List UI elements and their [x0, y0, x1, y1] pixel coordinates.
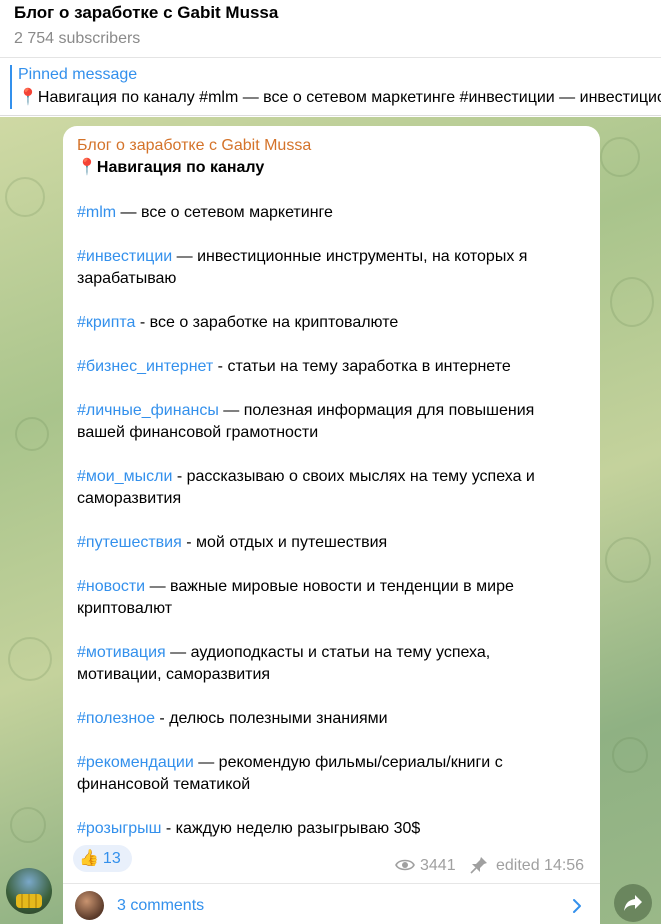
hashtag-link[interactable]: #крипта: [77, 314, 135, 331]
list-item: #путешествия - мой отдых и путешествия: [77, 532, 577, 554]
list-item: #бизнес_интернет - статьи на тему зарабо…: [77, 356, 577, 378]
list-item: #mlm — все о сетевом маркетинге: [77, 202, 577, 224]
item-description: — все о сетевом маркетинге: [116, 204, 333, 221]
reaction-count: 13: [102, 850, 121, 867]
pushpin-icon: 📍: [77, 159, 97, 176]
pinned-accent-bar: [10, 65, 12, 109]
item-description: - мой отдых и путешествия: [181, 534, 388, 551]
hashtag-link[interactable]: #инвестиции: [77, 248, 172, 265]
hashtag-link[interactable]: #мотивация: [77, 644, 166, 661]
doodle-shape: [10, 807, 46, 843]
pinned-title: Pinned message: [18, 66, 138, 83]
item-description: - каждую неделю разыгрываю 30$: [161, 820, 421, 837]
subscriber-count: 2 754 subscribers: [14, 30, 141, 47]
gold-bars-image: [16, 894, 42, 908]
list-item: #личные_финансы — полезная информация дл…: [77, 400, 577, 444]
item-description: - статьи на тему заработка в интернете: [213, 358, 511, 375]
chevron-right-icon[interactable]: [570, 897, 584, 915]
channel-title: Блог о заработке с Gabit Mussa: [14, 3, 279, 22]
message-heading: 📍Навигация по каналу: [77, 157, 264, 179]
doodle-shape: [8, 637, 52, 681]
hashtag-link[interactable]: #бизнес_интернет: [77, 358, 213, 375]
item-description: - все о заработке на криптовалюте: [135, 314, 399, 331]
message-heading-text: Навигация по каналу: [96, 159, 265, 176]
list-item: #мотивация — аудиоподкасты и статьи на т…: [77, 642, 577, 686]
reaction-button[interactable]: 👍 13: [73, 845, 132, 872]
list-item: #розыгрыш - каждую неделю разыгрываю 30$: [77, 818, 577, 840]
doodle-shape: [605, 537, 651, 583]
message-author[interactable]: Блог о заработке с Gabit Mussa: [77, 136, 311, 156]
hashtag-link[interactable]: #личные_финансы: [77, 402, 219, 419]
doodle-shape: [15, 417, 49, 451]
hashtag-link[interactable]: #рекомендации: [77, 754, 194, 771]
pin-icon: [470, 857, 487, 874]
hashtag-link[interactable]: #розыгрыш: [77, 820, 161, 837]
list-item: #рекомендации — рекомендую фильмы/сериал…: [77, 752, 577, 796]
channel-avatar[interactable]: [6, 868, 52, 914]
thumbs-up-icon: 👍: [79, 850, 99, 867]
view-count: 3441: [420, 857, 456, 874]
list-item: #инвестиции — инвестиционные инструменты…: [77, 246, 577, 290]
hashtag-link[interactable]: #mlm: [77, 204, 116, 221]
comments-divider: [63, 883, 600, 884]
comments-link[interactable]: 3 comments: [117, 896, 204, 916]
hashtag-link[interactable]: #новости: [77, 578, 145, 595]
message-bubble[interactable]: Блог о заработке с Gabit Mussa 📍Навигаци…: [63, 126, 600, 924]
list-item: #крипта - все о заработке на криптовалют…: [77, 312, 577, 334]
list-item: #новости — важные мировые новости и тенд…: [77, 576, 577, 620]
pinned-text: 📍Навигация по каналу #mlm — все о сетево…: [18, 89, 661, 106]
doodle-shape: [610, 277, 654, 327]
doodle-shape: [612, 737, 648, 773]
eye-icon: [395, 859, 415, 871]
pinned-message[interactable]: Pinned message 📍Навигация по каналу #mlm…: [0, 59, 661, 116]
list-item: #мои_мысли - рассказываю о своих мыслях …: [77, 466, 577, 510]
hashtag-link[interactable]: #мои_мысли: [77, 468, 172, 485]
doodle-shape: [600, 137, 640, 177]
commenter-avatar: [75, 891, 104, 920]
doodle-shape: [5, 177, 45, 217]
hashtag-link[interactable]: #путешествия: [77, 534, 182, 551]
hashtag-link[interactable]: #полезное: [77, 710, 155, 727]
channel-header[interactable]: Блог о заработке с Gabit Mussa 2 754 sub…: [0, 0, 661, 58]
share-button[interactable]: [614, 884, 652, 922]
share-arrow-icon: [624, 895, 642, 911]
list-item: #полезное - делюсь полезными знаниями: [77, 708, 577, 730]
edited-time: edited 14:56: [496, 857, 585, 874]
item-description: - делюсь полезными знаниями: [154, 710, 388, 727]
